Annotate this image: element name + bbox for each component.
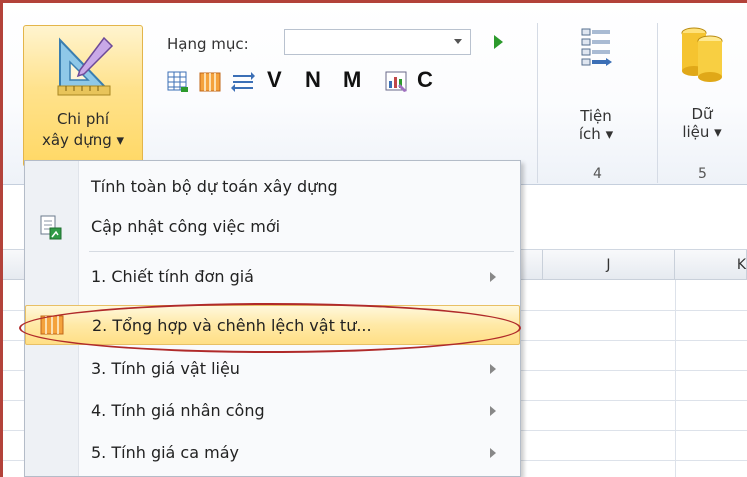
chart-edit-icon[interactable]: [385, 71, 409, 93]
submenu-arrow-icon: [490, 364, 496, 374]
group-number-5: 5: [698, 166, 707, 182]
tien-ich-label-2: ích ▾: [578, 125, 614, 143]
menu-item-label: 4. Tính giá nhân công: [91, 401, 265, 420]
menu-item-label: 2. Tổng hợp và chênh lệch vật tư...: [92, 316, 372, 335]
column-header-j[interactable]: J: [543, 250, 675, 280]
group-number-4: 4: [593, 166, 602, 182]
column-header-k[interactable]: K: [675, 250, 747, 280]
menu-item-label: 1. Chiết tính đơn giá: [91, 267, 254, 286]
submenu-arrow-icon: [490, 406, 496, 416]
chi-phi-xay-dung-button[interactable]: Chi phí xây dựng ▾: [23, 25, 143, 167]
menu-item-label: 3. Tính giá vật liệu: [91, 359, 240, 378]
submenu-arrow-icon: [490, 272, 496, 282]
menu-item-tinh-gia-vat-lieu[interactable]: 3. Tính giá vật liệu: [25, 349, 520, 389]
du-lieu-label-2: liệu ▾: [682, 123, 722, 141]
menu-item-tong-hop-chenh-lech[interactable]: 2. Tổng hợp và chênh lệch vật tư...: [25, 305, 520, 345]
columns-icon[interactable]: [199, 71, 221, 93]
du-lieu-button[interactable]: Dữ liệu ▾: [667, 25, 737, 141]
database-icon: [681, 27, 723, 82]
tien-ich-button[interactable]: Tiện ích ▾: [561, 25, 631, 143]
update-document-icon: [40, 215, 62, 240]
grid-line: [675, 280, 676, 477]
letter-v-button[interactable]: V: [267, 67, 282, 93]
hang-muc-label: Hạng mục:: [167, 35, 249, 53]
group-separator: [657, 23, 658, 183]
menu-item-tinh-gia-ca-may[interactable]: 5. Tính giá ca máy: [25, 433, 520, 473]
chevron-down-icon[interactable]: [454, 39, 462, 44]
list-icon: [581, 28, 612, 66]
tien-ich-label-1: Tiện: [580, 107, 612, 125]
menu-item-label: 5. Tính giá ca máy: [91, 443, 239, 462]
table-icon[interactable]: [167, 71, 189, 93]
chi-phi-dropdown-menu: Tính toàn bộ dự toán xây dựng Cập nhật c…: [19, 160, 521, 477]
group-separator: [537, 23, 538, 183]
play-icon[interactable]: [494, 35, 503, 49]
menu-item-tinh-toan-bo[interactable]: Tính toàn bộ dự toán xây dựng: [25, 167, 520, 207]
menu-item-label: Tính toàn bộ dự toán xây dựng: [91, 177, 338, 196]
menu-item-tinh-gia-nhan-cong[interactable]: 4. Tính giá nhân công: [25, 391, 520, 431]
menu-item-chiet-tinh[interactable]: 1. Chiết tính đơn giá: [25, 257, 520, 297]
submenu-arrow-icon: [490, 448, 496, 458]
menu-item-label: Cập nhật công việc mới: [91, 217, 281, 236]
letter-m-button[interactable]: M: [343, 67, 361, 93]
menu-item-cap-nhat[interactable]: Cập nhật công việc mới: [25, 207, 520, 247]
swap-arrows-icon[interactable]: [231, 71, 255, 93]
triangle-ruler-icon: [57, 36, 114, 96]
chi-phi-label: Chi phí: [56, 110, 110, 128]
hang-muc-combo[interactable]: [284, 29, 471, 55]
menu-divider: [89, 251, 514, 252]
columns-icon: [40, 315, 64, 335]
xay-dung-label: xây dựng ▾: [41, 131, 125, 149]
letter-n-button[interactable]: N: [305, 67, 321, 93]
du-lieu-label-1: Dữ: [691, 105, 713, 123]
letter-c-button[interactable]: C: [417, 67, 433, 93]
ribbon: Chi phí xây dựng ▾ Hạng mục: V N M C Tiệ…: [3, 3, 747, 185]
